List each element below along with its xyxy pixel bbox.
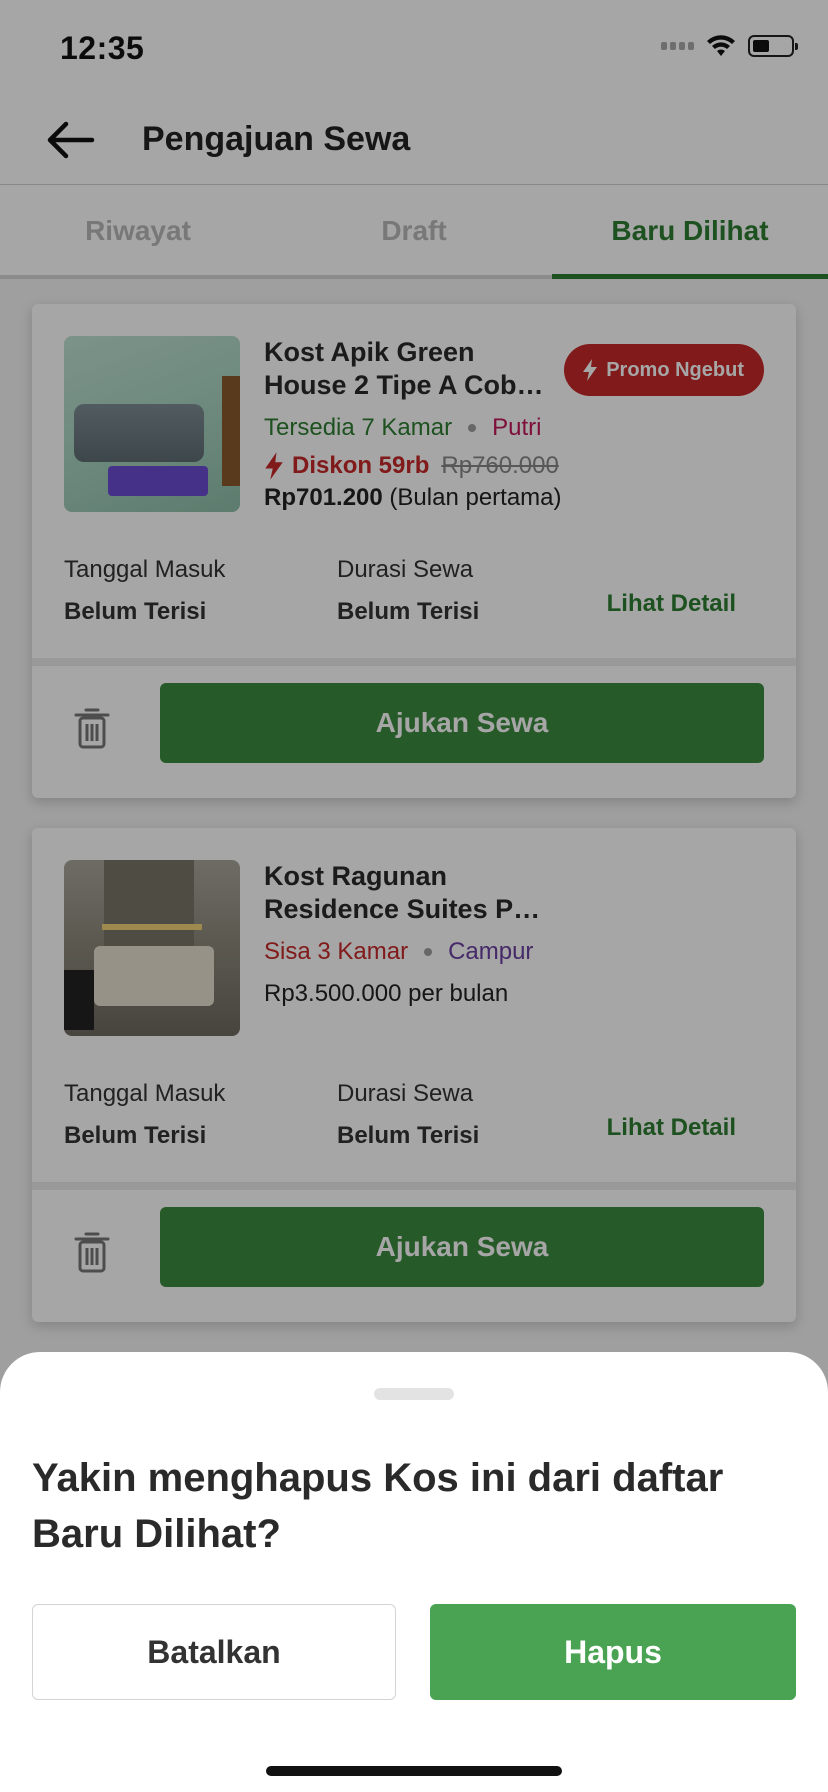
sheet-title: Yakin menghapus Kos ini dari daftar Baru… [32, 1456, 724, 1556]
app-root: 12:35 Pengajuan Sewa Riwayat Draft Baru … [0, 0, 828, 1792]
cancel-button[interactable]: Batalkan [32, 1604, 396, 1700]
confirm-delete-button[interactable]: Hapus [430, 1604, 796, 1700]
delete-confirmation-sheet: Yakin menghapus Kos ini dari daftar Baru… [0, 1352, 828, 1792]
home-indicator [266, 1766, 562, 1776]
sheet-drag-handle[interactable] [374, 1388, 454, 1400]
